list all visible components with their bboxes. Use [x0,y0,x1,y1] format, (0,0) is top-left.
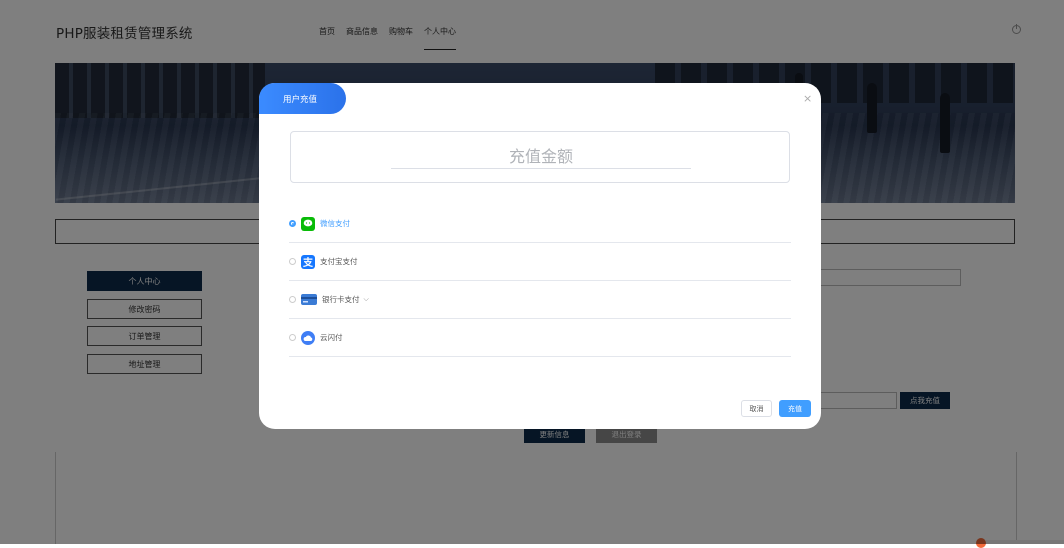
cancel-button[interactable]: 取消 [741,400,772,417]
radio-alipay[interactable] [289,258,296,265]
confirm-recharge-button[interactable]: 充值 [779,400,811,417]
payment-label: 云闪付 [320,333,343,342]
dialog-title: 用户充值 [259,83,346,114]
payment-label: 银行卡支付 [322,295,360,304]
amount-input[interactable] [391,144,691,169]
payment-option-bankcard[interactable]: 银行卡支付 ⌵ [289,281,791,319]
unionpay-cloud-icon [301,330,315,345]
alipay-icon: 支 [301,254,315,269]
payment-option-alipay[interactable]: 支 支付宝支付 [289,243,791,281]
bank-card-icon [301,294,317,305]
recharge-dialog: 用户充值 × 微信支付 支 支付宝支付 银行卡支付 ⌵ 云闪付 取消 充值 [259,83,821,429]
radio-bankcard[interactable] [289,296,296,303]
radio-cloudpay[interactable] [289,334,296,341]
amount-box [290,131,790,183]
wechat-pay-icon [301,216,315,231]
payment-label: 支付宝支付 [320,257,358,266]
chevron-down-icon[interactable]: ⌵ [364,295,369,304]
close-icon[interactable]: × [803,93,812,104]
radio-wechat[interactable] [289,220,296,227]
payment-option-cloudpay[interactable]: 云闪付 [289,319,791,357]
payment-label: 微信支付 [320,219,350,228]
payment-option-wechat[interactable]: 微信支付 [289,205,791,243]
